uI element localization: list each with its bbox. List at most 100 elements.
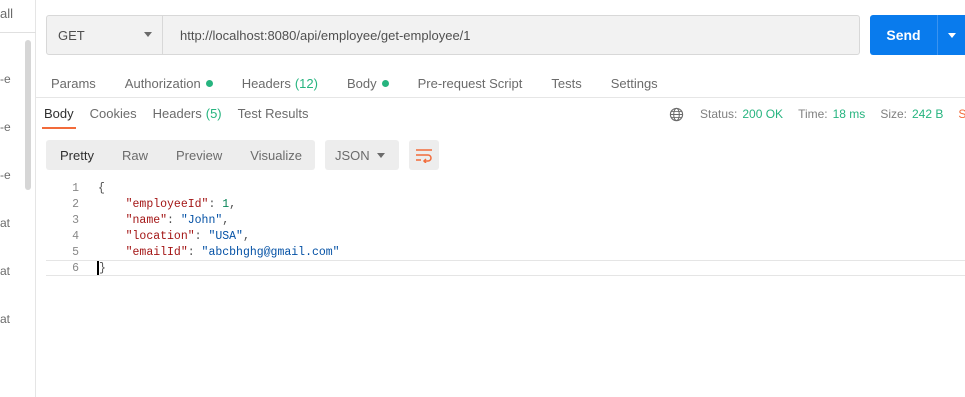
view-mode-label: Raw	[121, 147, 148, 163]
view-mode-raw[interactable]: Raw	[108, 140, 162, 170]
line-number: 3	[72, 213, 79, 227]
tab-tests[interactable]: Tests	[551, 74, 581, 92]
tab-label: Headers	[152, 106, 202, 121]
url-input[interactable]: http://localhost:8080/api/employee/get-e…	[163, 16, 859, 54]
json-key: "location"	[125, 229, 195, 243]
size-label: Size:	[880, 107, 907, 121]
status-dot-icon	[205, 79, 213, 87]
tab-authorization[interactable]: Authorization	[125, 74, 213, 92]
status-dot-icon	[381, 79, 389, 87]
method-select[interactable]: GET	[47, 16, 163, 54]
code-text: "employeeId": 1,	[125, 197, 237, 211]
json-key: "employeeId"	[125, 197, 209, 211]
sidebar: all -e -e -e at at at	[0, 0, 36, 397]
tab-count: (5)	[205, 106, 222, 121]
tab-label: Body	[44, 106, 74, 121]
view-mode-label: Pretty	[60, 147, 94, 163]
status-value[interactable]: 200 OK	[742, 107, 783, 121]
json-comma: ,	[242, 229, 250, 243]
view-mode-preview[interactable]: Preview	[162, 140, 236, 170]
line-number: 1	[72, 181, 79, 195]
request-bar: GET http://localhost:8080/api/employee/g…	[46, 15, 860, 55]
tab-settings[interactable]: Settings	[611, 74, 658, 92]
tab-label: Settings	[610, 75, 658, 91]
code-text: }	[97, 260, 106, 276]
line-number: 5	[72, 245, 79, 259]
close-brace: }	[99, 262, 106, 276]
view-mode-label: Visualize	[250, 147, 303, 163]
code-text: "name": "John",	[125, 213, 230, 227]
tab-headers[interactable]: Headers (12)	[242, 74, 318, 92]
sidebar-all-label[interactable]: all	[0, 6, 13, 21]
tab-label: Params	[51, 75, 96, 91]
wrap-lines-icon	[416, 149, 432, 163]
response-tab-headers[interactable]: Headers (5)	[145, 98, 230, 129]
tab-label: Tests	[551, 75, 582, 91]
json-value: "abcbhghg@gmail.com"	[201, 245, 340, 259]
chevron-down-icon	[377, 153, 385, 158]
sidebar-item-fragment[interactable]: -e	[0, 168, 11, 182]
sidebar-item-fragment[interactable]: at	[0, 264, 10, 278]
response-body-viewer[interactable]: 1 { 2 "employeeId": 1, 3 "name": "John",…	[46, 180, 965, 280]
sidebar-divider	[0, 32, 36, 33]
save-response-button[interactable]: Sa	[958, 107, 965, 121]
sidebar-item-fragment[interactable]: at	[0, 216, 10, 230]
response-tab-body[interactable]: Body	[36, 98, 82, 129]
method-label: GET	[58, 27, 85, 43]
json-comma: ,	[229, 197, 237, 211]
code-line: 5 "emailId": "abcbhghg@gmail.com"	[46, 244, 965, 260]
status-label: Status:	[700, 107, 738, 121]
tab-label: Authorization	[124, 75, 201, 91]
line-number: 6	[72, 261, 79, 275]
wrap-lines-button[interactable]	[409, 140, 439, 170]
sidebar-item-fragment[interactable]: at	[0, 312, 10, 326]
response-tabs: Body Cookies Headers (5) Test Results	[36, 98, 316, 129]
size-value[interactable]: 242 B	[912, 107, 943, 121]
view-mode-pretty[interactable]: Pretty	[46, 140, 108, 170]
tab-pre-request-script[interactable]: Pre-request Script	[418, 74, 523, 92]
code-text: {	[98, 182, 105, 195]
response-tab-cookies[interactable]: Cookies	[82, 98, 145, 129]
send-button-group: Send	[870, 15, 965, 55]
tab-count: (12)	[294, 75, 318, 91]
sidebar-item-fragment[interactable]: -e	[0, 72, 11, 86]
tab-params[interactable]: Params	[51, 74, 96, 92]
send-options-button[interactable]	[938, 15, 965, 55]
code-line: 3 "name": "John",	[46, 212, 965, 228]
request-tabs: Params Authorization Headers (12) Body Pr…	[51, 74, 687, 92]
send-button[interactable]: Send	[870, 15, 938, 55]
line-number: 2	[72, 197, 79, 211]
url-text: http://localhost:8080/api/employee/get-e…	[180, 27, 471, 43]
sidebar-item-fragment[interactable]: -e	[0, 120, 11, 134]
code-text: "emailId": "abcbhghg@gmail.com"	[125, 245, 340, 259]
code-line: 2 "employeeId": 1,	[46, 196, 965, 212]
json-value: "John"	[180, 213, 223, 227]
open-brace: {	[98, 181, 105, 195]
json-key: "emailId"	[125, 245, 188, 259]
globe-icon[interactable]	[669, 107, 684, 122]
format-select[interactable]: JSON	[325, 140, 399, 170]
tab-label: Body	[346, 75, 377, 91]
view-mode-visualize[interactable]: Visualize	[236, 140, 316, 170]
code-line: 4 "location": "USA",	[46, 228, 965, 244]
tab-body[interactable]: Body	[347, 74, 389, 92]
format-label: JSON	[335, 147, 370, 163]
time-label: Time:	[798, 107, 828, 121]
chevron-down-icon	[947, 32, 956, 38]
time-value[interactable]: 18 ms	[833, 107, 866, 121]
view-mode-segment: Pretty Raw Preview Visualize	[46, 140, 315, 170]
sidebar-scrollbar[interactable]	[25, 40, 31, 190]
json-key: "name"	[125, 213, 168, 227]
tab-label: Headers	[241, 75, 291, 91]
line-number: 4	[72, 229, 79, 243]
response-tab-test-results[interactable]: Test Results	[230, 98, 317, 129]
chevron-down-icon	[144, 32, 152, 37]
code-line-current: 6 }	[46, 260, 965, 276]
code-text: "location": "USA",	[125, 229, 250, 243]
code-line: 1 {	[46, 180, 965, 196]
json-value: "USA"	[208, 229, 243, 243]
tab-label: Pre-request Script	[417, 75, 523, 91]
tab-label: Test Results	[237, 106, 309, 121]
response-status-bar: Status: 200 OK Time: 18 ms Size: 242 B S…	[669, 106, 965, 122]
view-mode-label: Preview	[175, 147, 223, 163]
